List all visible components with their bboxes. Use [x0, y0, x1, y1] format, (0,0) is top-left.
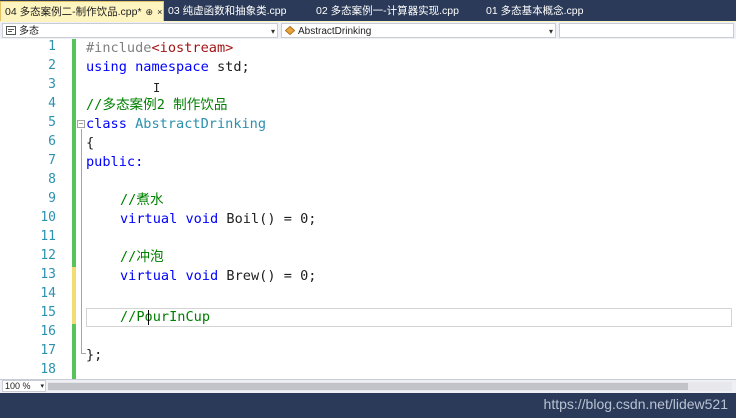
document-tab-strip: 04 多态案例二-制作饮品.cpp* ⊕ × 03 纯虚函数和抽象类.cpp 02 … [0, 0, 736, 22]
line-number: 1 [48, 39, 56, 54]
keyword: namespace [135, 59, 209, 75]
ibeam-cursor-icon: I [153, 81, 161, 95]
tab-label: 01 多态基本概念.cpp [486, 5, 584, 17]
keyword: virtual [120, 211, 178, 227]
line-number: 2 [48, 58, 56, 73]
collapse-icon[interactable]: − [77, 120, 85, 128]
keyword: void [185, 268, 219, 284]
code-area[interactable]: #include<iostream> using namespace std; … [86, 39, 736, 379]
line-number: 11 [40, 229, 56, 244]
comment: //PourInCup [120, 309, 211, 325]
saved-change-bar [72, 324, 76, 379]
class-name: AbstractDrinking [135, 116, 267, 132]
line-number: 6 [48, 134, 56, 149]
line-number: 14 [40, 286, 56, 301]
keyword: using [86, 59, 127, 75]
tab-label: 02 多态案例一-计算器实现.cpp [316, 5, 459, 17]
chevron-down-icon: ▾ [270, 27, 275, 36]
line-number: 9 [48, 191, 56, 206]
preprocessor-directive: #include [86, 40, 152, 56]
project-icon [6, 26, 16, 35]
code-line: //多态案例2 制作饮品 [86, 96, 228, 115]
pin-icon[interactable]: ⊕ [146, 2, 154, 22]
tab-document[interactable]: 01 多态基本概念.cpp [482, 2, 583, 20]
code-line: using namespace std; [86, 58, 250, 77]
line-number: 16 [40, 324, 56, 339]
code-line: //煮水 [120, 191, 164, 210]
keyword: class [86, 116, 127, 132]
code-line: public: [86, 153, 143, 172]
keyword: virtual [120, 268, 178, 284]
code-text: { [86, 135, 95, 151]
chevron-down-icon: ▾ [548, 27, 553, 36]
code-line: class AbstractDrinking [86, 115, 266, 134]
line-number: 15 [40, 305, 56, 320]
code-line: //冲泡 [120, 248, 164, 267]
comment: //冲泡 [120, 249, 164, 265]
saved-change-bar [72, 39, 76, 267]
line-number: 10 [40, 210, 56, 225]
line-number: 12 [40, 248, 56, 263]
code-text: Boil() = 0; [218, 211, 317, 227]
outline-guide [81, 129, 82, 353]
line-number: 4 [48, 96, 56, 111]
line-number: 18 [40, 362, 56, 377]
tab-label: 03 纯虚函数和抽象类.cpp [168, 5, 287, 17]
unsaved-change-bar [72, 267, 76, 324]
code-line: { [86, 134, 94, 153]
tab-document[interactable]: 02 多态案例一-计算器实现.cpp [312, 2, 459, 20]
access-specifier: public: [86, 154, 144, 170]
tab-document[interactable]: 03 纯虚函数和抽象类.cpp [164, 2, 286, 20]
keyword: void [185, 211, 219, 227]
navigation-bar: 多态 ▾ AbstractDrinking ▾ [0, 22, 736, 40]
code-editor[interactable]: 1 2 3 4 5 6 7 8 9 10 11 12 13 14 15 16 1… [0, 39, 736, 379]
watermark-text: https://blog.csdn.net/lidew521 [543, 396, 728, 412]
scope-label: 多态 [19, 26, 39, 37]
code-text: Brew() = 0; [218, 268, 317, 284]
zoom-level: 100 % [5, 381, 31, 391]
scrollbar-thumb[interactable] [48, 383, 688, 390]
member-dropdown[interactable]: AbstractDrinking ▾ [281, 23, 556, 38]
include-path: <iostream> [151, 40, 234, 56]
line-number: 7 [48, 153, 56, 168]
close-icon[interactable]: × [157, 2, 162, 22]
code-text: std; [208, 59, 250, 75]
text-caret [148, 310, 149, 325]
line-number: 13 [40, 267, 56, 282]
comment: //煮水 [120, 192, 164, 208]
code-text: }; [86, 347, 103, 363]
line-number: 17 [40, 343, 56, 358]
code-line: }; [86, 346, 102, 365]
zoom-dropdown[interactable]: 100 % ▾ [2, 380, 46, 392]
line-number: 3 [48, 77, 56, 92]
chevron-down-icon: ▾ [40, 383, 44, 390]
tab-label: 04 多态案例二-制作饮品.cpp* [5, 6, 142, 18]
function-dropdown[interactable] [559, 23, 734, 38]
code-line: //PourInCup [120, 308, 210, 327]
line-number: 8 [48, 172, 56, 187]
code-line: virtual void Boil() = 0; [120, 210, 316, 229]
code-line: #include<iostream> [86, 39, 233, 58]
line-number-gutter: 1 2 3 4 5 6 7 8 9 10 11 12 13 14 15 16 1… [0, 39, 62, 379]
horizontal-scrollbar[interactable] [48, 382, 732, 391]
tab-active-document[interactable]: 04 多态案例二-制作饮品.cpp* ⊕ × [0, 1, 164, 22]
code-line: virtual void Brew() = 0; [120, 267, 316, 286]
scope-dropdown[interactable]: 多态 ▾ [2, 23, 278, 38]
class-icon [285, 26, 295, 35]
editor-bottom-bar: 100 % ▾ [0, 379, 736, 393]
comment: //多态案例2 制作饮品 [86, 97, 228, 113]
line-number: 5 [48, 115, 56, 130]
member-label: AbstractDrinking [298, 26, 372, 37]
